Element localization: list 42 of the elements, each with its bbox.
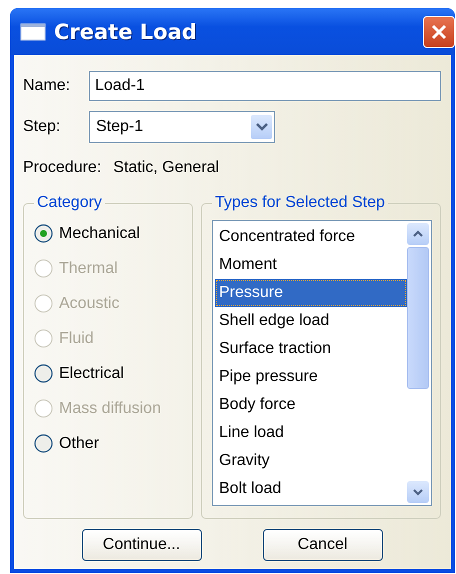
- procedure-value: Static, General: [113, 158, 220, 176]
- radio-label: Other: [59, 434, 100, 452]
- window-icon: [20, 22, 46, 40]
- field-label: Name:: [23, 76, 72, 94]
- step-value: Step-1: [96, 118, 144, 136]
- radio-button[interactable]: [34, 224, 53, 243]
- radio-label: Mass diffusion: [59, 400, 161, 418]
- field-label: Step:: [23, 118, 62, 136]
- list-item[interactable]: Pipe pressure: [215, 363, 407, 391]
- procedure-label: Procedure:: [23, 158, 102, 176]
- radio-label: Acoustic: [59, 294, 120, 312]
- radio-label: Mechanical: [59, 224, 140, 242]
- name-field[interactable]: Load-1: [89, 70, 441, 100]
- scroll-thumb[interactable]: [407, 247, 429, 389]
- chevron-down-icon: [254, 122, 268, 132]
- list-item[interactable]: Body force: [215, 391, 407, 419]
- close-icon: [430, 22, 448, 40]
- group-title: Types for Selected Step: [214, 194, 386, 212]
- scroll-down-button[interactable]: [407, 481, 429, 503]
- step-dropdown[interactable]: Step-1: [89, 110, 275, 142]
- list-item[interactable]: Pressure: [215, 279, 407, 307]
- radio-label: Thermal: [59, 260, 118, 278]
- list-item[interactable]: Gravity: [215, 447, 407, 475]
- window-title: Create Load: [54, 20, 198, 44]
- list-item[interactable]: Moment: [215, 251, 407, 279]
- dialog-button[interactable]: Cancel: [262, 529, 382, 561]
- scrollbar[interactable]: [407, 223, 429, 503]
- radio-button[interactable]: [34, 364, 53, 383]
- group-title: Category: [36, 194, 103, 212]
- list-item[interactable]: Line load: [215, 419, 407, 447]
- radio-button[interactable]: [34, 434, 53, 453]
- list-item[interactable]: Concentrated force: [215, 223, 407, 251]
- dialog-button[interactable]: Continue...: [82, 529, 202, 561]
- scroll-up-button[interactable]: [407, 223, 429, 245]
- list-item[interactable]: Bolt load: [215, 475, 407, 503]
- chevron-up-icon: [412, 230, 424, 238]
- radio-label: Fluid: [59, 330, 94, 348]
- chevron-down-icon: [412, 488, 424, 496]
- list-item[interactable]: Surface traction: [215, 335, 407, 363]
- close-button[interactable]: [423, 16, 455, 48]
- list-item[interactable]: Shell edge load: [215, 307, 407, 335]
- radio-label: Electrical: [59, 364, 124, 382]
